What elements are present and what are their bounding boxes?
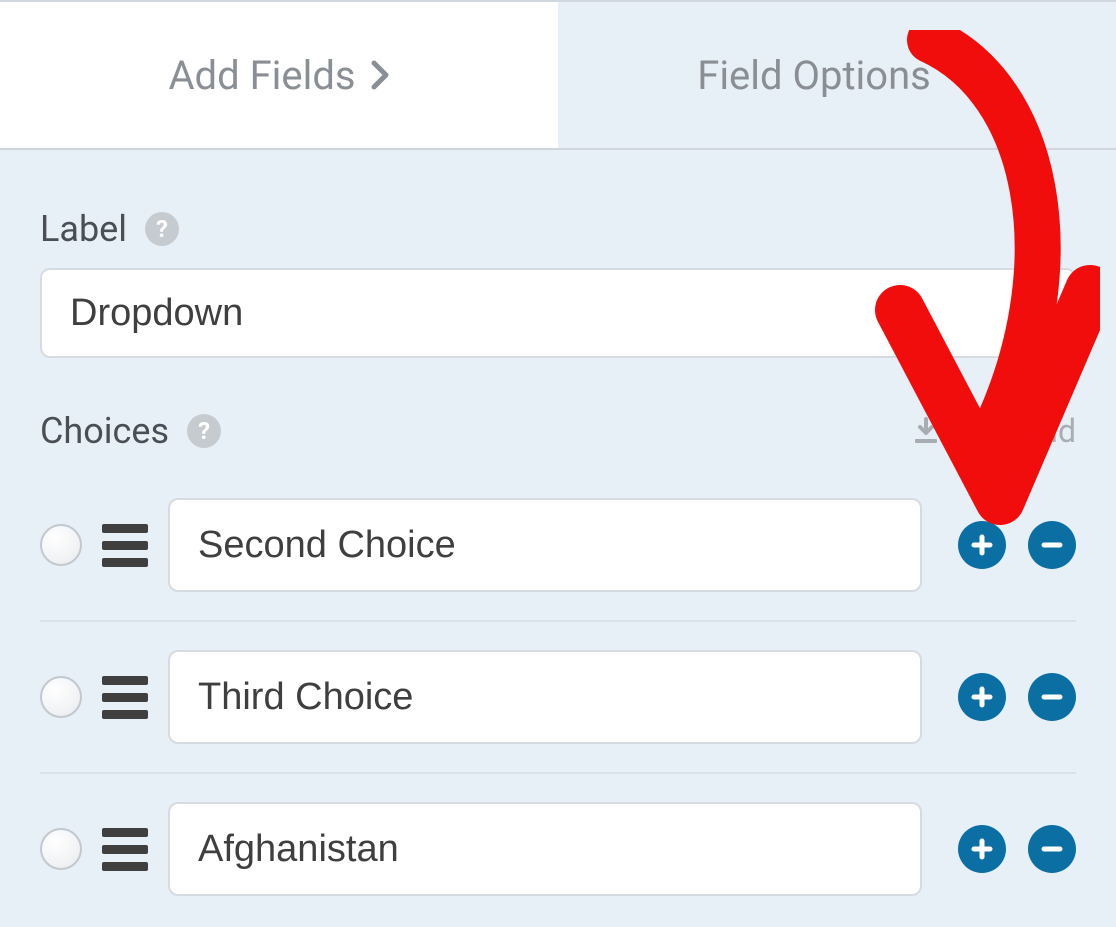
choice-row-actions xyxy=(958,521,1076,569)
remove-choice-button[interactable] xyxy=(1028,825,1076,873)
choices-list xyxy=(40,470,1076,924)
choice-row xyxy=(40,470,1076,622)
help-icon[interactable]: ? xyxy=(187,414,221,448)
default-choice-radio[interactable] xyxy=(40,676,82,718)
choice-input[interactable] xyxy=(168,802,922,896)
default-choice-radio[interactable] xyxy=(40,524,82,566)
add-choice-button[interactable] xyxy=(958,673,1006,721)
add-choice-button[interactable] xyxy=(958,825,1006,873)
tabs: Add Fields Field Options xyxy=(0,0,1116,150)
choices-section-title: Choices xyxy=(40,410,169,452)
drag-handle-icon[interactable] xyxy=(102,828,148,871)
choice-input[interactable] xyxy=(168,498,922,592)
bulk-add-label: Bulk Add xyxy=(950,412,1076,450)
choice-row-actions xyxy=(958,673,1076,721)
drag-handle-icon[interactable] xyxy=(102,676,148,719)
label-section-header: Label ? xyxy=(40,208,1076,250)
tab-field-options-label: Field Options xyxy=(697,52,931,99)
choice-input[interactable] xyxy=(168,650,922,744)
remove-choice-button[interactable] xyxy=(1028,673,1076,721)
default-choice-radio[interactable] xyxy=(40,828,82,870)
choice-row xyxy=(40,622,1076,774)
drag-handle-icon[interactable] xyxy=(102,524,148,567)
download-icon xyxy=(912,417,940,445)
chevron-right-icon xyxy=(370,59,390,91)
tab-add-fields[interactable]: Add Fields xyxy=(0,2,558,148)
help-icon[interactable]: ? xyxy=(145,212,179,246)
chevron-down-icon xyxy=(945,65,977,85)
field-options-panel: Label ? Choices ? Bulk Add xyxy=(0,150,1116,924)
field-label-input[interactable] xyxy=(40,268,1076,358)
tab-add-fields-label: Add Fields xyxy=(168,52,355,99)
choices-section-header: Choices ? Bulk Add xyxy=(40,410,1076,452)
remove-choice-button[interactable] xyxy=(1028,521,1076,569)
bulk-add-button[interactable]: Bulk Add xyxy=(912,412,1076,450)
choice-row-actions xyxy=(958,825,1076,873)
label-section-title: Label xyxy=(40,208,127,250)
choice-row xyxy=(40,774,1076,924)
tab-field-options[interactable]: Field Options xyxy=(558,2,1116,148)
add-choice-button[interactable] xyxy=(958,521,1006,569)
